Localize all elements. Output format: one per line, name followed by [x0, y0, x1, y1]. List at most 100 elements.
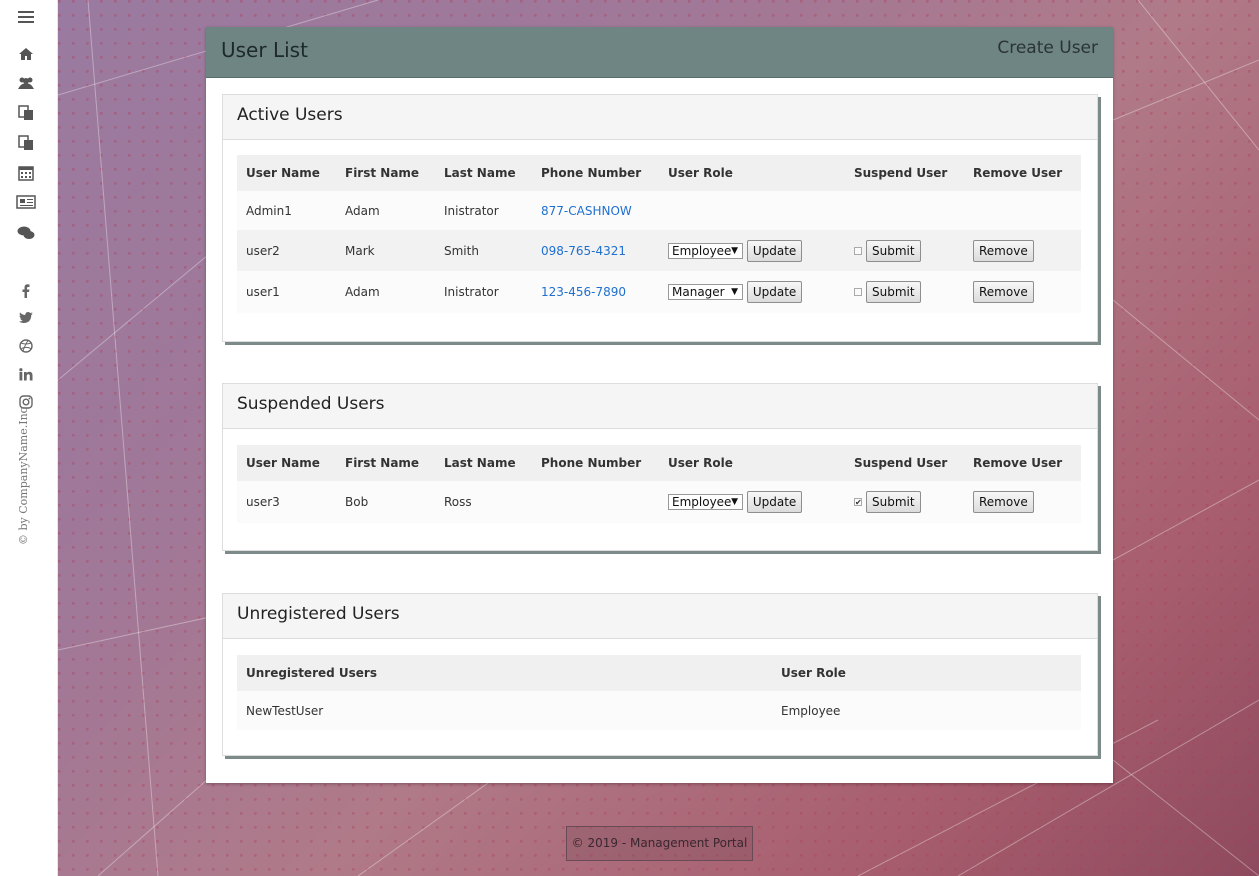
column-header: Phone Number — [532, 445, 659, 481]
suspend-cell: Submit — [845, 271, 964, 313]
suspended-users-table: User Name First Name Last Name Phone Num… — [237, 445, 1081, 523]
update-button[interactable]: Update — [746, 281, 803, 303]
column-header: Unregistered Users — [237, 655, 772, 691]
column-header: Suspend User — [845, 445, 964, 481]
column-header: Remove User — [964, 155, 1081, 191]
unregistered-users-title: Unregistered Users — [223, 594, 1097, 639]
twitter-icon[interactable] — [16, 309, 36, 327]
table-row: user2 Mark Smith 098-765-4321 Employee ▼ … — [237, 230, 1081, 271]
remove-button[interactable]: Remove — [973, 491, 1034, 513]
submit-button[interactable]: Submit — [866, 239, 921, 262]
dropdown-arrow-icon: ▼ — [731, 245, 738, 256]
column-header: Last Name — [435, 445, 532, 481]
column-header: User Name — [237, 445, 336, 481]
role-cell: Manager ▼ Update — [659, 271, 845, 313]
users-icon[interactable] — [14, 73, 38, 93]
copy-icon[interactable] — [14, 133, 38, 153]
suspended-users-card: Suspended Users User Name First Name Las… — [222, 383, 1098, 551]
remove-button[interactable]: Remove — [973, 239, 1034, 262]
username-cell: NewTestUser — [237, 691, 772, 730]
update-button[interactable]: Update — [746, 239, 803, 262]
column-header: First Name — [336, 155, 435, 191]
column-header: First Name — [336, 445, 435, 481]
suspend-checkbox[interactable] — [854, 246, 862, 255]
sidebar: © by CompanyName.Inc — [0, 0, 58, 876]
facebook-icon[interactable] — [16, 282, 36, 300]
remove-cell — [964, 191, 1081, 230]
unregistered-users-card: Unregistered Users Unregistered Users Us… — [222, 593, 1098, 756]
first-name-cell: Adam — [336, 191, 435, 230]
column-header: Last Name — [435, 155, 532, 191]
column-header: User Role — [772, 655, 1081, 691]
unregistered-users-table: Unregistered Users User Role NewTestUser… — [237, 655, 1081, 730]
column-header: Phone Number — [532, 155, 659, 191]
column-header: User Name — [237, 155, 336, 191]
phone-cell — [532, 481, 659, 523]
table-header-row: Unregistered Users User Role — [237, 655, 1081, 691]
suspend-cell: Submit — [845, 230, 964, 271]
role-cell: Employee ▼ Update — [659, 230, 845, 271]
footer: © 2019 - Management Portal — [566, 826, 753, 861]
table-row: Admin1 Adam Inistrator 877-CASHNOW — [237, 191, 1081, 230]
role-cell — [659, 191, 845, 230]
submit-button[interactable]: Submit — [866, 491, 921, 513]
create-user-link[interactable]: Create User — [997, 38, 1098, 58]
update-button[interactable]: Update — [746, 491, 803, 513]
suspend-checkbox[interactable] — [854, 288, 862, 296]
column-header: User Role — [659, 445, 845, 481]
last-name-cell: Smith — [435, 230, 532, 271]
active-users-table: User Name First Name Last Name Phone Num… — [237, 155, 1081, 313]
username-cell: user2 — [237, 230, 336, 271]
column-header: Suspend User — [845, 155, 964, 191]
phone-link[interactable]: 098-765-4321 — [532, 230, 659, 271]
last-name-cell: Inistrator — [435, 191, 532, 230]
phone-link[interactable]: 877-CASHNOW — [532, 191, 659, 230]
dribbble-icon[interactable] — [16, 337, 36, 355]
sidebar-copyright: © by CompanyName.Inc — [17, 407, 30, 545]
last-name-cell: Ross — [435, 481, 532, 523]
remove-cell: Remove — [964, 271, 1081, 313]
suspend-cell — [845, 191, 964, 230]
column-header: Remove User — [964, 445, 1081, 481]
first-name-cell: Mark — [336, 230, 435, 271]
page-title: User List — [221, 38, 308, 62]
submit-button[interactable]: Submit — [866, 281, 921, 303]
role-select[interactable]: Manager ▼ — [668, 284, 743, 300]
suspended-users-title: Suspended Users — [223, 384, 1097, 429]
table-row: NewTestUser Employee — [237, 691, 1081, 730]
role-select-value: Employee — [672, 243, 732, 258]
table-row: user1 Adam Inistrator 123-456-7890 Manag… — [237, 271, 1081, 313]
role-select[interactable]: Employee ▼ — [668, 494, 743, 510]
table-header-row: User Name First Name Last Name Phone Num… — [237, 155, 1081, 191]
chat-icon[interactable] — [14, 223, 38, 243]
menu-icon[interactable] — [14, 7, 38, 27]
suspend-cell: ✔ Submit — [845, 481, 964, 523]
calendar-icon[interactable] — [14, 163, 38, 183]
dropdown-arrow-icon: ▼ — [731, 497, 738, 507]
newspaper-icon[interactable] — [14, 192, 38, 212]
first-name-cell: Adam — [336, 271, 435, 313]
remove-button[interactable]: Remove — [973, 281, 1034, 303]
remove-cell: Remove — [964, 230, 1081, 271]
table-header-row: User Name First Name Last Name Phone Num… — [237, 445, 1081, 481]
role-select[interactable]: Employee ▼ — [668, 242, 743, 259]
active-users-title: Active Users — [223, 95, 1097, 140]
documents-icon[interactable] — [14, 103, 38, 123]
role-select-value: Employee — [672, 495, 732, 509]
home-icon[interactable] — [14, 44, 38, 64]
phone-link[interactable]: 123-456-7890 — [532, 271, 659, 313]
suspend-checkbox[interactable]: ✔ — [854, 498, 862, 507]
first-name-cell: Bob — [336, 481, 435, 523]
role-cell: Employee — [772, 691, 1081, 730]
role-cell: Employee ▼ Update — [659, 481, 845, 523]
linkedin-icon[interactable] — [16, 365, 36, 383]
active-users-card: Active Users User Name First Name Last N… — [222, 94, 1098, 342]
column-header: User Role — [659, 155, 845, 191]
username-cell: user3 — [237, 481, 336, 523]
panel-header: User List Create User — [206, 27, 1113, 78]
last-name-cell: Inistrator — [435, 271, 532, 313]
user-list-panel: User List Create User Active Users User … — [206, 27, 1113, 783]
dropdown-arrow-icon: ▼ — [731, 287, 738, 297]
role-select-value: Manager — [672, 285, 725, 299]
table-row: user3 Bob Ross Employee ▼ Update ✔ Submit … — [237, 481, 1081, 523]
